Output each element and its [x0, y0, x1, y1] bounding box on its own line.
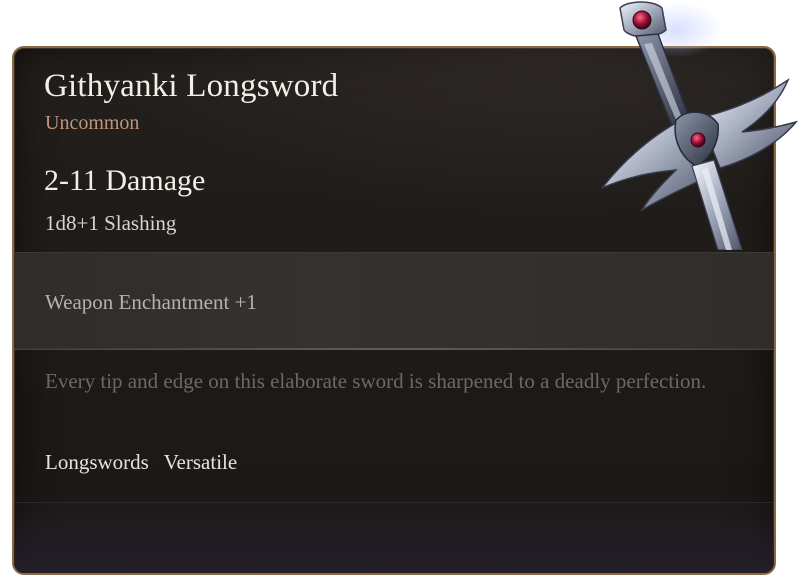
- tooltip-footer: [14, 502, 774, 573]
- item-tooltip-stage: Githyanki Longsword Uncommon 2-11 Damage…: [0, 0, 800, 577]
- item-rarity: Uncommon: [45, 112, 140, 134]
- item-description: Every tip and edge on this elaborate swo…: [45, 369, 707, 393]
- item-damage: 2-11 Damage: [44, 164, 206, 197]
- tag-versatile: Versatile: [163, 450, 238, 474]
- item-damage-detail: 1d8+1 Slashing: [45, 211, 177, 235]
- item-name: Githyanki Longsword: [44, 68, 339, 104]
- enchantment-section: Weapon Enchantment +1: [14, 252, 774, 350]
- item-tags: Longswords Versatile: [45, 450, 247, 475]
- githyanki-longsword-icon: [601, 1, 799, 250]
- tag-longswords: Longswords: [45, 450, 149, 474]
- enchantment-text: Weapon Enchantment +1: [45, 290, 257, 314]
